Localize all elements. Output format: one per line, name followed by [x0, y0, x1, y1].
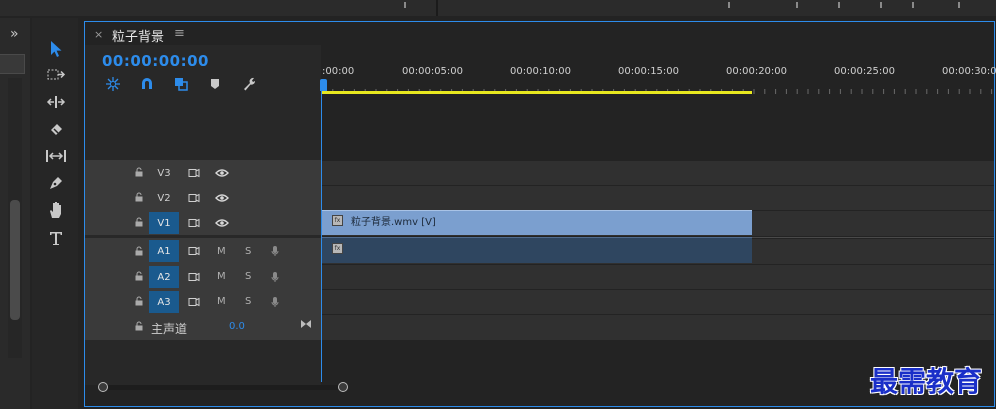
panel-overflow-chevron-icon[interactable]: » [10, 26, 19, 42]
work-area-bar[interactable] [322, 91, 752, 94]
zoom-scrollbar-right-handle[interactable] [338, 382, 348, 392]
playhead-handle[interactable] [320, 79, 327, 91]
watermark-logo: 最需教育 [870, 365, 983, 398]
audio-clip[interactable] [322, 237, 752, 263]
sequence-tab-title[interactable]: 粒子背景 [112, 26, 164, 45]
fx-badge-icon: fx [332, 215, 343, 226]
top-tick [796, 2, 798, 8]
eye-icon[interactable] [213, 162, 231, 184]
microphone-icon[interactable] [270, 266, 280, 288]
panel-menu-icon[interactable]: ≡ [174, 26, 185, 41]
top-tick [958, 2, 960, 8]
project-search-field[interactable] [0, 54, 25, 74]
track-lane-v2[interactable] [321, 185, 994, 210]
timeline-tab-row [85, 22, 994, 46]
go-to-end-icon[interactable] [300, 319, 312, 332]
nest-sequence-icon[interactable] [104, 75, 122, 93]
playhead-timecode[interactable]: 00:00:00:00 [102, 52, 209, 70]
top-tick [880, 2, 882, 8]
ruler-label: 00:00:25:00 [834, 66, 896, 77]
snap-magnet-icon[interactable] [138, 75, 156, 93]
track-name-a2[interactable]: A2 [149, 266, 179, 288]
track-name-a3[interactable]: A3 [149, 291, 179, 313]
zoom-scrollbar-left-handle[interactable] [98, 382, 108, 392]
top-tick [728, 2, 730, 8]
track-lane-a3[interactable] [321, 289, 994, 314]
microphone-icon[interactable] [270, 291, 280, 313]
mute-button[interactable]: M [217, 296, 226, 307]
top-tick [404, 2, 406, 8]
zoom-scrollbar-track[interactable] [100, 385, 342, 390]
ruler-label: 00:00:20:00 [726, 66, 788, 77]
sync-lock-icon[interactable] [181, 291, 207, 313]
track-name-v2[interactable]: V2 [149, 187, 179, 209]
close-tab-icon[interactable]: × [94, 28, 103, 41]
track-name-v3[interactable]: V3 [149, 162, 179, 184]
lock-icon[interactable] [134, 192, 144, 205]
selection-tool-icon[interactable] [44, 38, 68, 60]
microphone-icon[interactable] [270, 240, 280, 262]
razor-tool-icon[interactable] [44, 118, 68, 140]
track-select-tool-icon[interactable] [44, 64, 68, 86]
ruler-label: :00:00 [322, 66, 355, 77]
mute-button[interactable]: M [217, 246, 226, 257]
slip-tool-icon[interactable] [44, 145, 68, 167]
ruler-label: 00:00:05:00 [402, 66, 464, 77]
track-lane-master[interactable] [321, 314, 994, 340]
lock-icon[interactable] [134, 296, 144, 309]
track-name-v1[interactable]: V1 [149, 212, 179, 234]
ripple-edit-tool-icon[interactable] [44, 91, 68, 113]
sync-lock-icon[interactable] [181, 212, 207, 234]
solo-button[interactable]: S [245, 246, 251, 257]
master-volume-value[interactable]: 0.0 [229, 321, 245, 332]
track-lane-a2[interactable] [321, 264, 994, 289]
type-tool-icon[interactable] [44, 227, 68, 249]
ruler-label: 00:00:10:00 [510, 66, 572, 77]
video-clip-label: 粒子背景.wmv [V] [351, 217, 436, 228]
linked-selection-icon[interactable] [172, 75, 190, 93]
eye-icon[interactable] [213, 187, 231, 209]
add-marker-icon[interactable] [206, 75, 224, 93]
timeline-settings-wrench-icon[interactable] [240, 75, 258, 93]
top-panel-left [0, 0, 438, 16]
sync-lock-icon[interactable] [181, 187, 207, 209]
fx-badge-icon: fx [332, 243, 343, 254]
eye-icon[interactable] [213, 212, 231, 234]
playhead-line[interactable] [321, 90, 322, 382]
solo-button[interactable]: S [245, 271, 251, 282]
ruler-label: 00:00:15:00 [618, 66, 680, 77]
top-panel-strip [0, 0, 996, 16]
lock-icon[interactable] [134, 246, 144, 259]
hand-tool-icon[interactable] [44, 199, 68, 221]
ruler-label: 00:00:30:00 [942, 66, 996, 77]
lock-icon[interactable] [134, 271, 144, 284]
sync-lock-icon[interactable] [181, 162, 207, 184]
lock-icon[interactable] [134, 321, 144, 334]
top-tick [838, 2, 840, 8]
track-lane-v3[interactable] [321, 160, 994, 185]
solo-button[interactable]: S [245, 296, 251, 307]
lock-icon[interactable] [134, 217, 144, 230]
sync-lock-icon[interactable] [181, 240, 207, 262]
mute-button[interactable]: M [217, 271, 226, 282]
lock-icon[interactable] [134, 167, 144, 180]
pen-tool-icon[interactable] [44, 172, 68, 194]
master-track-label: 主声道 [151, 322, 188, 336]
top-tick [912, 2, 914, 8]
project-scrollbar-thumb[interactable] [10, 200, 20, 320]
track-name-a1[interactable]: A1 [149, 240, 179, 262]
sync-lock-icon[interactable] [181, 266, 207, 288]
